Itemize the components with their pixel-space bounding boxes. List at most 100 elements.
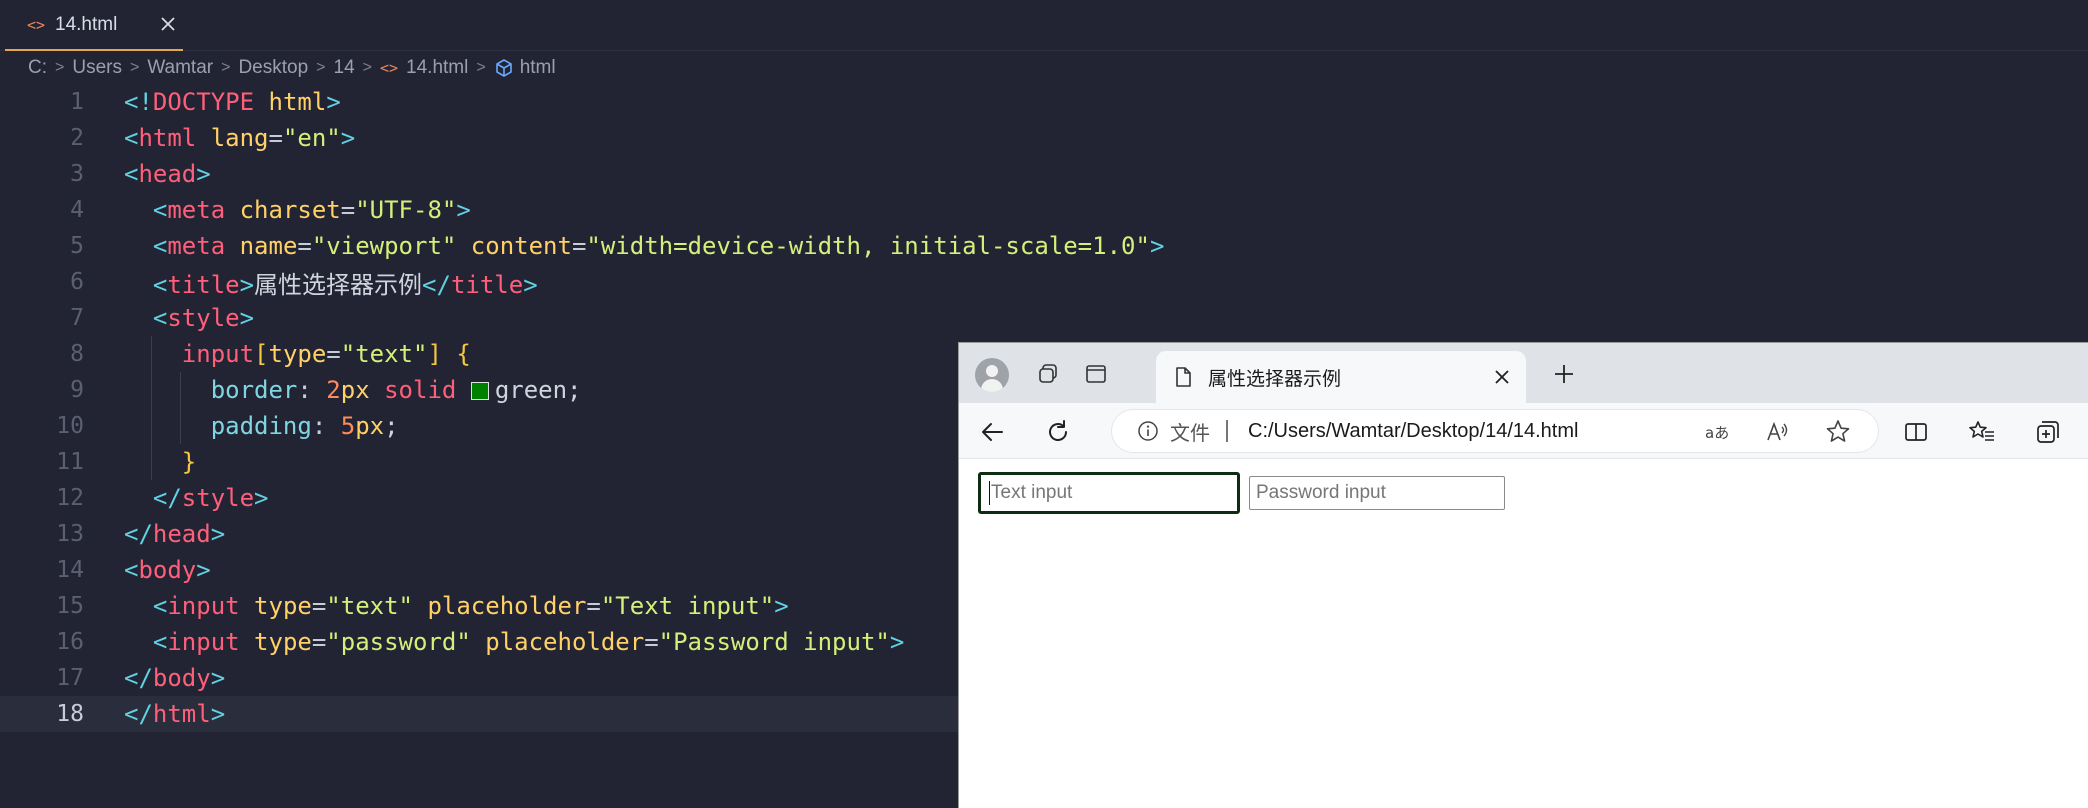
- code-token: <!: [124, 88, 153, 116]
- indent-guide: [179, 372, 181, 408]
- translate-icon[interactable]: aあ: [1704, 418, 1732, 446]
- line-number: 16: [56, 629, 84, 655]
- text-input[interactable]: Text input: [978, 472, 1240, 514]
- code-text: <meta name="viewport" content="width=dev…: [153, 232, 1165, 260]
- code-line[interactable]: 1 <!DOCTYPE html>: [0, 84, 2088, 120]
- line-number: 13: [56, 521, 84, 547]
- line-number: 17: [56, 665, 84, 691]
- code-token: >: [210, 700, 226, 728]
- line-number: 15: [56, 593, 84, 619]
- html-file-icon: <>: [27, 15, 46, 34]
- address-url[interactable]: C:/Users/Wamtar/Desktop/14/14.html: [1248, 420, 1578, 443]
- editor-tab-14-html[interactable]: <> 14.html: [5, 0, 183, 51]
- breadcrumb-item-file[interactable]: 14.html: [406, 57, 468, 79]
- code-token: >: [1149, 232, 1165, 260]
- color-swatch[interactable]: [470, 382, 489, 400]
- code-text: }: [182, 448, 196, 476]
- browser-window[interactable]: 属性选择器示例 文件 C:/Users/Wamtar/Desktop/14/14…: [958, 342, 2088, 808]
- code-line[interactable]: 6 <title>属性选择器示例</title>: [0, 264, 2088, 300]
- code-line[interactable]: 7 <style>: [0, 300, 2088, 336]
- svg-text:aあ: aあ: [1705, 424, 1729, 442]
- code-line[interactable]: 4 <meta charset="UTF-8">: [0, 192, 2088, 228]
- breadcrumb-item-folder-14[interactable]: 14: [334, 57, 355, 79]
- code-token: "width=device-width, initial-scale=1.0": [586, 232, 1150, 260]
- code-token: html: [152, 700, 211, 728]
- code-line[interactable]: 5 <meta name="viewport" content="width=de…: [0, 228, 2088, 264]
- code-token: =: [644, 628, 659, 656]
- code-text: </style>: [153, 484, 269, 512]
- line-number: 4: [70, 197, 84, 223]
- code-token: </: [152, 484, 182, 512]
- code-token: body: [138, 556, 197, 584]
- code-line[interactable]: 3 <head>: [0, 156, 2088, 192]
- code-token: =: [340, 196, 356, 224]
- code-token: html: [268, 88, 327, 116]
- workspaces-icon[interactable]: [1029, 355, 1067, 393]
- address-scheme-label: 文件: [1170, 422, 1210, 445]
- code-token: <: [124, 124, 139, 152]
- chevron-right-icon: >: [129, 59, 140, 76]
- chevron-right-icon: >: [476, 59, 486, 76]
- code-token: "viewport": [311, 232, 457, 260]
- vertical-tabs-icon[interactable]: [1077, 355, 1115, 393]
- code-line[interactable]: 2 <html lang="en">: [0, 120, 2088, 156]
- breadcrumb-item-wamtar[interactable]: Wamtar: [147, 57, 213, 79]
- code-text: input[type="text"] {: [182, 340, 471, 368]
- read-aloud-icon[interactable]: [1764, 418, 1792, 446]
- split-screen-icon[interactable]: [1897, 413, 1935, 451]
- address-bar[interactable]: 文件 C:/Users/Wamtar/Desktop/14/14.html aあ: [1111, 409, 1879, 453]
- browser-tab-active[interactable]: 属性选择器示例: [1156, 351, 1526, 403]
- breadcrumb-item-html-element[interactable]: html: [520, 57, 556, 79]
- info-icon[interactable]: [1136, 419, 1160, 443]
- code-token: >: [196, 160, 211, 188]
- new-tab-plus-icon[interactable]: [1545, 355, 1583, 393]
- code-text: padding: 5px;: [211, 412, 399, 440]
- code-token: charset: [239, 196, 341, 224]
- close-icon[interactable]: [155, 11, 181, 37]
- line-number: 18: [56, 701, 84, 727]
- code-token: <: [152, 196, 168, 224]
- password-input[interactable]: Password input: [1249, 476, 1505, 510]
- indent-guide: [150, 444, 152, 480]
- code-token: "Text input": [600, 592, 775, 620]
- code-token: html: [138, 124, 197, 152]
- breadcrumb-item-desktop[interactable]: Desktop: [238, 57, 308, 79]
- code-text: border: 2px solid green;: [211, 376, 582, 404]
- code-token: head: [138, 160, 197, 188]
- close-icon[interactable]: [1490, 365, 1514, 389]
- code-token: meta: [167, 196, 226, 224]
- code-token: >: [889, 628, 905, 656]
- code-token: title: [450, 270, 524, 299]
- favorites-icon[interactable]: [1963, 413, 2001, 451]
- collections-icon[interactable]: [2029, 413, 2067, 451]
- code-token: >: [326, 88, 341, 116]
- code-token: 2: [326, 376, 341, 404]
- breadcrumb-item-drive[interactable]: C:: [28, 57, 47, 79]
- html-file-icon: <>: [379, 59, 399, 77]
- breadcrumb: C: > Users > Wamtar > Desktop > 14 > <> …: [28, 55, 556, 81]
- line-number: 3: [70, 161, 84, 187]
- code-token: input: [167, 592, 240, 620]
- code-text: <input type="text" placeholder="Text inp…: [153, 592, 789, 620]
- indent-guide: [150, 408, 152, 444]
- refresh-icon[interactable]: [1039, 413, 1077, 451]
- chevron-right-icon: >: [55, 59, 65, 76]
- code-text: <html lang="en">: [124, 124, 355, 152]
- breadcrumb-item-users[interactable]: Users: [72, 57, 122, 79]
- code-token: "UTF-8": [355, 196, 457, 224]
- line-number: 5: [70, 233, 84, 259]
- code-token: =: [326, 340, 341, 368]
- profile-avatar-icon[interactable]: [975, 358, 1009, 392]
- line-number: 7: [70, 305, 84, 331]
- code-token: </: [124, 700, 153, 728]
- code-token: <: [124, 160, 139, 188]
- favorite-star-icon[interactable]: [1824, 418, 1852, 446]
- back-arrow-icon[interactable]: [973, 413, 1011, 451]
- code-text: <!DOCTYPE html>: [124, 88, 341, 116]
- code-token: :: [311, 412, 341, 440]
- line-number: 6: [70, 269, 84, 295]
